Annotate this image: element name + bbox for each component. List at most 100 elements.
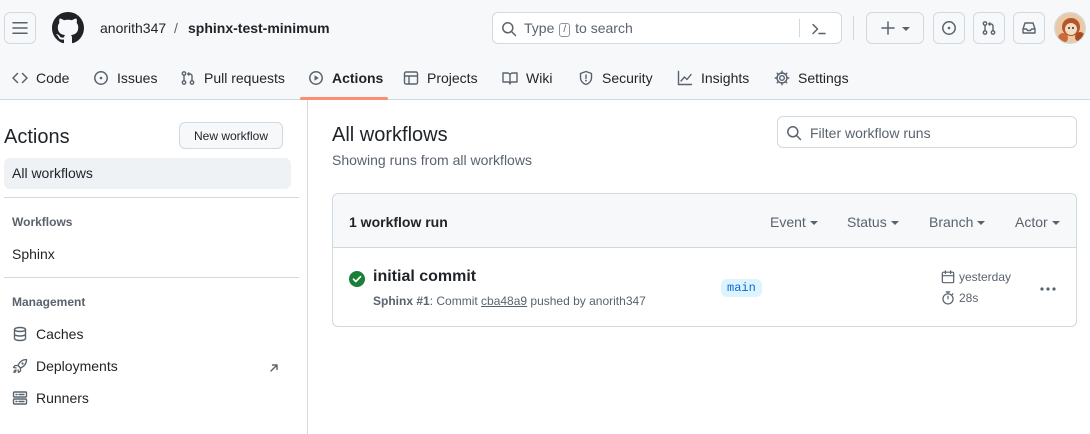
- triangle-down-icon: [890, 221, 899, 225]
- repository-nav: Code Issues Pull requests Actions Projec…: [0, 56, 1090, 100]
- filter-runs-placeholder: Filter workflow runs: [810, 125, 931, 141]
- sidebar-item-runners[interactable]: Runners: [12, 390, 89, 406]
- run-duration: 28s: [941, 291, 978, 305]
- pull-requests-button[interactable]: [973, 12, 1005, 44]
- sidebar-item-all-workflows[interactable]: All workflows: [4, 158, 291, 189]
- tab-wiki[interactable]: Wiki: [502, 56, 552, 100]
- tab-code-label: Code: [36, 70, 70, 86]
- github-logo-icon: [52, 12, 84, 44]
- create-new-button[interactable]: [866, 12, 924, 44]
- tab-pull-requests[interactable]: Pull requests: [180, 56, 285, 100]
- global-header: anorith347 / sphinx-test-minimum Type / …: [0, 0, 1090, 56]
- search-icon: [502, 22, 517, 37]
- triangle-down-icon: [809, 221, 818, 225]
- global-search[interactable]: Type / to search: [492, 12, 842, 44]
- sidebar-item-runners-label: Runners: [36, 390, 89, 406]
- tab-settings-label: Settings: [798, 70, 849, 86]
- tab-projects[interactable]: Projects: [403, 56, 478, 100]
- run-workflow-name: Sphinx #1: [373, 294, 430, 308]
- code-icon: [12, 72, 28, 84]
- search-placeholder: Type / to search: [524, 20, 633, 37]
- server-icon: [12, 391, 28, 405]
- issue-opened-icon: [942, 21, 956, 35]
- workflow-run-row[interactable]: initial commit Sphinx #1: Commit cba48a9…: [333, 249, 1076, 326]
- tab-issues[interactable]: Issues: [93, 56, 157, 100]
- run-title[interactable]: initial commit: [373, 268, 476, 286]
- run-duration-label: 28s: [959, 291, 979, 305]
- run-meta: Sphinx #1: Commit cba48a9 pushed by anor…: [373, 294, 646, 308]
- sidebar-title: Actions: [4, 126, 70, 148]
- tab-security[interactable]: Security: [578, 56, 653, 100]
- actor-filter-dropdown[interactable]: Actor: [1015, 214, 1060, 230]
- workflow-runs-list: 1 workflow run Event Status Branch Actor…: [332, 193, 1077, 327]
- tab-code[interactable]: Code: [12, 56, 69, 100]
- database-icon: [13, 326, 27, 342]
- slash-key-hint: /: [559, 23, 571, 37]
- sidebar-item-sphinx[interactable]: Sphinx: [12, 246, 55, 262]
- status-filter-dropdown[interactable]: Status: [847, 214, 899, 230]
- breadcrumb-owner[interactable]: anorith347: [100, 19, 166, 37]
- new-workflow-button[interactable]: New workflow: [179, 122, 283, 149]
- runs-list-header: 1 workflow run Event Status Branch Actor: [333, 194, 1076, 248]
- status-filter-label: Status: [847, 214, 887, 230]
- filter-runs-input[interactable]: Filter workflow runs: [777, 116, 1077, 148]
- issues-button[interactable]: [933, 12, 965, 44]
- tab-wiki-label: Wiki: [526, 70, 553, 86]
- tab-insights[interactable]: Insights: [677, 56, 749, 100]
- header-divider: [853, 16, 854, 40]
- tab-settings[interactable]: Settings: [774, 56, 849, 100]
- tab-actions-label: Actions: [332, 70, 384, 86]
- tab-security-label: Security: [602, 70, 653, 86]
- branch-filter-dropdown[interactable]: Branch: [929, 214, 986, 230]
- breadcrumb-separator: /: [174, 20, 178, 36]
- run-date-label: yesterday: [959, 270, 1012, 284]
- tab-insights-label: Insights: [701, 70, 750, 86]
- gear-icon: [774, 70, 790, 86]
- arrow-up-right-icon: [270, 364, 278, 372]
- menu-button[interactable]: [4, 12, 36, 44]
- sidebar-divider: [4, 197, 299, 198]
- book-icon: [502, 72, 518, 85]
- tab-projects-label: Projects: [427, 70, 478, 86]
- command-palette-icon[interactable]: [811, 21, 827, 37]
- inbox-icon: [1022, 22, 1036, 34]
- issue-icon: [94, 71, 108, 85]
- sidebar-item-deployments-label: Deployments: [36, 358, 118, 374]
- graph-icon: [677, 70, 693, 86]
- workflows-heading: Workflows: [12, 215, 73, 229]
- sidebar-item-caches[interactable]: Caches: [12, 326, 83, 342]
- branch-badge[interactable]: main: [721, 279, 762, 297]
- event-filter-dropdown[interactable]: Event: [770, 214, 818, 230]
- breadcrumb-repo[interactable]: sphinx-test-minimum: [188, 19, 330, 37]
- page-subtitle: Showing runs from all workflows: [332, 152, 532, 168]
- plus-icon: [881, 21, 895, 35]
- run-options-button[interactable]: [1033, 279, 1063, 299]
- commit-sha-link[interactable]: cba48a9: [481, 294, 527, 308]
- git-pull-request-icon: [982, 21, 996, 35]
- active-tab-indicator: [300, 97, 388, 100]
- inbox-button[interactable]: [1013, 12, 1045, 44]
- calendar-icon: [941, 270, 955, 284]
- stopwatch-icon: [942, 291, 954, 305]
- tab-actions[interactable]: Actions: [308, 56, 383, 100]
- shield-icon: [579, 70, 593, 86]
- tab-issues-label: Issues: [117, 70, 158, 86]
- play-icon: [309, 71, 323, 85]
- table-icon: [403, 71, 419, 85]
- rocket-icon: [12, 358, 28, 374]
- sidebar-item-deployments[interactable]: Deployments: [12, 358, 118, 374]
- triangle-down-icon: [1051, 221, 1060, 225]
- management-heading: Management: [12, 295, 86, 309]
- sidebar-divider: [4, 277, 299, 278]
- actor-filter-label: Actor: [1015, 214, 1048, 230]
- github-logo[interactable]: [52, 12, 84, 44]
- kebab-horizontal-icon: [1040, 287, 1056, 291]
- pull-request-icon: [181, 71, 195, 85]
- search-divider: [799, 19, 800, 37]
- sidebar-item-caches-label: Caches: [36, 326, 84, 342]
- user-avatar[interactable]: [1054, 12, 1086, 44]
- run-date: yesterday: [941, 270, 1011, 284]
- hamburger-icon: [12, 22, 28, 34]
- event-filter-label: Event: [770, 214, 806, 230]
- check-circle-icon: [349, 271, 365, 287]
